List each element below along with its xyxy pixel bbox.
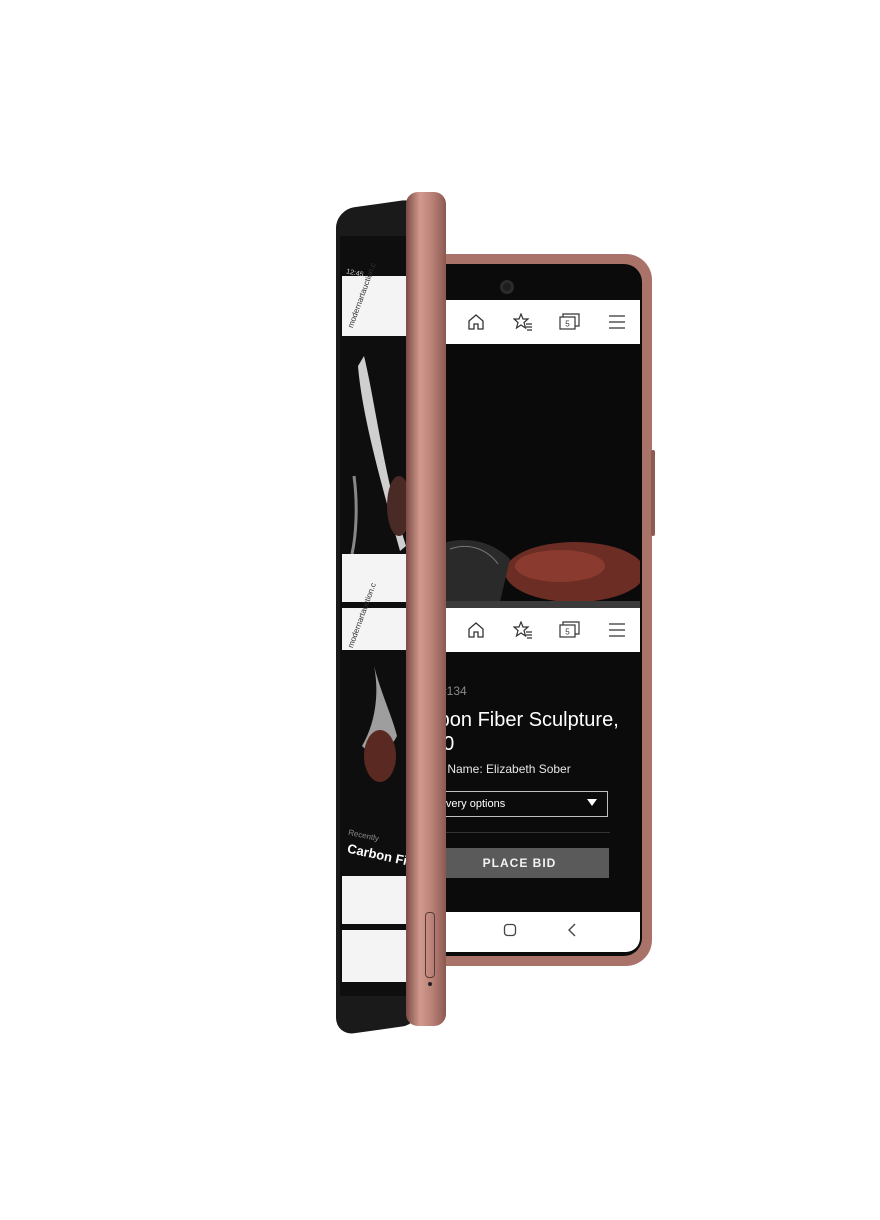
tab-count: 5 bbox=[565, 628, 570, 637]
system-navigation-bar bbox=[440, 912, 640, 952]
cover-nav-bar bbox=[342, 930, 410, 982]
browser-toolbar-top: 5 bbox=[440, 300, 640, 344]
place-bid-button[interactable]: PLACE BID bbox=[430, 848, 609, 878]
artist-name: r Name: Elizabeth Sober bbox=[440, 762, 571, 776]
chevron-down-icon bbox=[587, 799, 597, 806]
browser-toolbar-bottom: 5 bbox=[440, 608, 640, 652]
side-button bbox=[651, 450, 655, 536]
tab-count: 5 bbox=[565, 320, 570, 329]
tabs-icon[interactable]: 5 bbox=[558, 619, 581, 641]
cover-bottom-toolbar bbox=[342, 876, 410, 924]
home-nav-icon[interactable] bbox=[503, 923, 517, 942]
delivery-options-select[interactable]: livery options bbox=[430, 791, 608, 817]
artwork-image bbox=[440, 344, 640, 602]
hinge bbox=[406, 192, 446, 1026]
microphone-hole bbox=[428, 982, 432, 986]
home-icon[interactable] bbox=[465, 311, 487, 333]
front-camera bbox=[500, 280, 514, 294]
split-screen-divider[interactable] bbox=[440, 601, 640, 608]
cover-artwork-image bbox=[350, 356, 410, 555]
delivery-options-value: livery options bbox=[441, 798, 506, 810]
cover-screen: 12:45 modernartauction.c modernartauctio… bbox=[340, 236, 412, 996]
menu-icon[interactable] bbox=[606, 311, 628, 333]
cover-url-bar-2: modernartauction.c bbox=[342, 582, 410, 650]
bookmarks-icon[interactable] bbox=[512, 311, 534, 333]
back-nav-icon[interactable] bbox=[567, 923, 577, 942]
cover-toolbar bbox=[342, 554, 410, 602]
menu-icon[interactable] bbox=[606, 619, 628, 641]
tabs-icon[interactable]: 5 bbox=[558, 311, 581, 333]
artwork-title: rbon Fiber Sculpture, 20 bbox=[432, 709, 619, 755]
home-icon[interactable] bbox=[465, 619, 487, 641]
cover-artwork-thumbnail bbox=[362, 666, 397, 782]
divider bbox=[430, 832, 610, 833]
cover-url-bar: modernartauction.c bbox=[342, 262, 410, 336]
bookmarks-icon[interactable] bbox=[512, 619, 534, 641]
sim-tray bbox=[425, 912, 435, 978]
